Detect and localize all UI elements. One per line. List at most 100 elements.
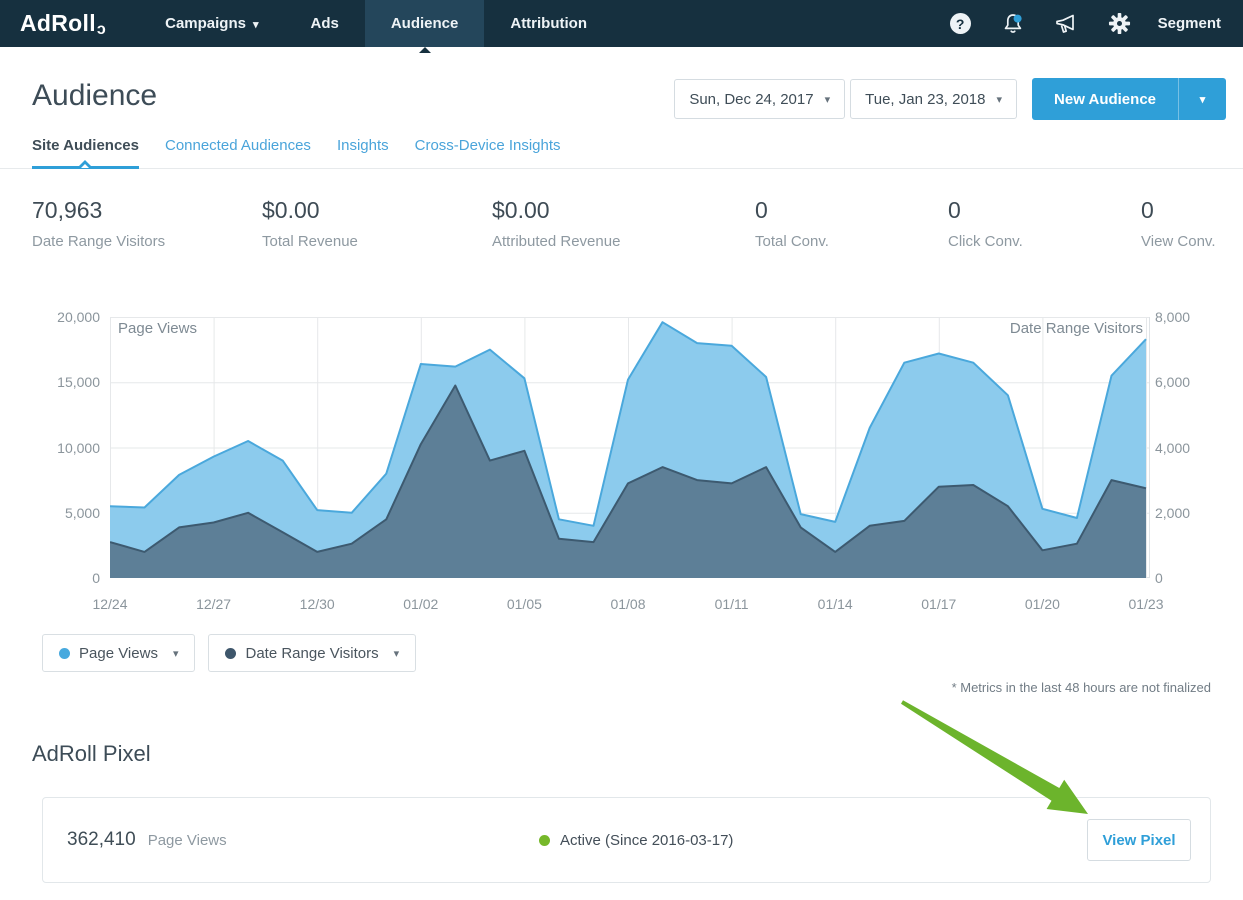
date-range-visitors-color-dot [225,648,236,659]
stat-attributed-revenue: $0.00 Attributed Revenue [492,197,620,250]
x-axis-tick-label: 12/30 [282,595,352,613]
stat-label: Date Range Visitors [32,233,165,250]
stat-total-conv: 0 Total Conv. [755,197,829,250]
nav-item-campaigns[interactable]: Campaigns ▾ [139,0,284,47]
y-axis-tick-label: 5,000 [28,504,100,522]
y-axis-tick-label: 0 [28,569,100,587]
end-date-value: Tue, Jan 23, 2018 [865,91,985,108]
stat-view-conv: 0 View Conv. [1141,197,1215,250]
announcements-button[interactable] [1040,13,1093,35]
metrics-footnote: * Metrics in the last 48 hours are not f… [0,680,1211,695]
tab-connected-audiences[interactable]: Connected Audiences [165,131,311,169]
megaphone-icon [1054,13,1078,35]
start-date-picker[interactable]: Sun, Dec 24, 2017 ▾ [674,79,845,119]
y-axis-tick-label: 2,000 [1155,504,1225,522]
end-date-picker[interactable]: Tue, Jan 23, 2018 ▾ [850,79,1017,119]
tab-label: Site Audiences [32,137,139,154]
nav-item-ads[interactable]: Ads [285,0,365,47]
stat-total-revenue: $0.00 Total Revenue [262,197,358,250]
stat-value: $0.00 [492,197,620,224]
settings-button[interactable] [1093,12,1146,35]
x-axis-tick-label: 01/17 [904,595,974,613]
pixel-page-views-value: 362,410 [67,829,136,851]
stat-value: 0 [948,197,1023,224]
pixel-status: Active (Since 2016-03-17) [539,832,733,849]
page-title: Audience [32,79,157,113]
tab-label: Cross-Device Insights [415,137,561,154]
x-axis-tick-label: 01/02 [386,595,456,613]
page-header: Audience Sun, Dec 24, 2017 ▾ Tue, Jan 23… [0,47,1243,119]
notification-badge [1014,14,1022,22]
notifications-button[interactable] [987,12,1040,36]
x-axis-tick-label: 01/20 [1007,595,1077,613]
tab-label: Connected Audiences [165,137,311,154]
pixel-status-text: Active (Since 2016-03-17) [560,832,733,849]
main-nav: Campaigns ▾ Ads Audience Attribution [139,0,613,47]
help-icon: ? [950,13,971,34]
new-audience-dropdown-button[interactable]: ▾ [1178,78,1226,120]
stat-value: 0 [755,197,829,224]
summary-stats: 70,963 Date Range Visitors $0.00 Total R… [0,169,1243,261]
pixel-page-views-label: Page Views [148,832,227,849]
account-menu[interactable]: Segment [1158,15,1221,32]
y-axis-tick-label: 15,000 [28,373,100,391]
adroll-logo-text: AdRoll [20,10,96,36]
nav-item-audience[interactable]: Audience [365,0,485,47]
tab-label: Insights [337,137,389,154]
adroll-pixel-card: 362,410 Page Views Active (Since 2016-03… [42,797,1211,883]
stat-label: Total Conv. [755,233,829,250]
stat-date-range-visitors: 70,963 Date Range Visitors [32,197,165,250]
stat-label: View Conv. [1141,233,1215,250]
x-axis-tick-label: 01/11 [697,595,767,613]
stat-value: $0.00 [262,197,358,224]
y-axis-tick-label: 10,000 [28,439,100,457]
stat-click-conv: 0 Click Conv. [948,197,1023,250]
legend-page-views-dropdown[interactable]: Page Views ▾ [42,634,195,672]
y-axis-tick-label: 4,000 [1155,439,1225,457]
tab-site-audiences[interactable]: Site Audiences [32,131,139,169]
x-axis-tick-label: 01/05 [489,595,559,613]
stat-label: Attributed Revenue [492,233,620,250]
nav-item-label: Audience [391,15,459,32]
navbar-right: ? [934,12,1243,36]
x-axis-tick-label: 01/23 [1111,595,1181,613]
legend-label: Page Views [79,645,158,662]
chart-legend: Page Views ▾ Date Range Visitors ▾ [42,634,1243,672]
caret-down-icon: ▾ [253,18,259,31]
stat-label: Click Conv. [948,233,1023,250]
help-button[interactable]: ? [934,13,987,34]
bell-icon [1001,12,1025,36]
active-status-dot [539,835,550,846]
traffic-area-chart: Page Views Date Range Visitors 05,00010,… [0,310,1243,612]
new-audience-split-button: New Audience ▾ [1032,78,1226,120]
nav-item-attribution[interactable]: Attribution [484,0,613,47]
nav-item-label: Attribution [510,15,587,32]
caret-down-icon: ▾ [825,93,831,106]
tab-insights[interactable]: Insights [337,131,389,169]
nav-item-label: Campaigns [165,15,246,32]
y-axis-tick-label: 20,000 [28,308,100,326]
x-axis-tick-label: 12/27 [179,595,249,613]
legend-date-range-visitors-dropdown[interactable]: Date Range Visitors ▾ [208,634,416,672]
top-navbar: AdRollɔ Campaigns ▾ Ads Audience Attribu… [0,0,1243,47]
caret-down-icon: ▾ [997,93,1003,106]
y-axis-tick-label: 0 [1155,569,1225,587]
stat-label: Total Revenue [262,233,358,250]
y-axis-tick-label: 8,000 [1155,308,1225,326]
caret-down-icon: ▾ [1200,93,1206,106]
adroll-pixel-heading: AdRoll Pixel [32,741,1243,767]
chart-plot-area [110,317,1150,578]
tab-cross-device-insights[interactable]: Cross-Device Insights [415,131,561,169]
caret-down-icon: ▾ [173,647,179,660]
adroll-logo[interactable]: AdRollɔ [20,10,105,37]
page-views-color-dot [59,648,70,659]
nav-item-label: Ads [311,15,339,32]
start-date-value: Sun, Dec 24, 2017 [689,91,813,108]
legend-label: Date Range Visitors [245,645,378,662]
new-audience-button[interactable]: New Audience [1032,78,1178,120]
x-axis-tick-label: 01/08 [593,595,663,613]
y-axis-tick-label: 6,000 [1155,373,1225,391]
x-axis-tick-label: 01/14 [800,595,870,613]
view-pixel-button[interactable]: View Pixel [1087,819,1191,861]
x-axis-tick-label: 12/24 [75,595,145,613]
